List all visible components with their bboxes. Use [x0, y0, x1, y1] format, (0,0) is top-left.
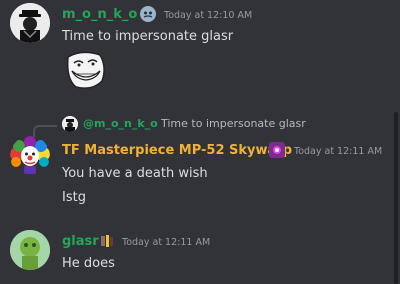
zombie-avatar-icon	[10, 230, 50, 270]
timestamp[interactable]: Today at 12:11 AM	[294, 146, 382, 157]
message-monko: m_o_n_k_o Today at 12:10 AM Time to impe…	[0, 0, 390, 112]
avatar[interactable]	[10, 136, 50, 176]
message-text: He does	[62, 256, 115, 271]
trollface-sticker[interactable]	[62, 47, 108, 93]
clown-avatar-icon	[10, 136, 50, 174]
author-name[interactable]: TF Masterpiece MP-52 Skywarp	[62, 143, 292, 158]
role-icon	[269, 142, 285, 158]
scrollbar[interactable]	[394, 112, 398, 284]
message-skywarp: TF Masterpiece MP-52 Skywarp Today at 12…	[0, 112, 390, 222]
spy-avatar-icon	[10, 3, 50, 43]
author-name[interactable]: glasr	[62, 234, 99, 249]
trollface-icon	[66, 51, 105, 89]
ghost-emoji-icon	[140, 6, 156, 22]
author-name[interactable]: m_o_n_k_o	[62, 7, 137, 22]
role-icon	[99, 233, 115, 249]
avatar[interactable]	[10, 3, 50, 43]
message-text: Istg	[62, 190, 86, 205]
avatar[interactable]	[10, 230, 50, 270]
timestamp[interactable]: Today at 12:11 AM	[122, 237, 210, 248]
message-text: Time to impersonate glasr	[62, 29, 234, 44]
message-text: You have a death wish	[62, 166, 208, 181]
message-glasr: glasr Today at 12:11 AM He does	[0, 222, 390, 284]
timestamp[interactable]: Today at 12:10 AM	[164, 10, 252, 21]
